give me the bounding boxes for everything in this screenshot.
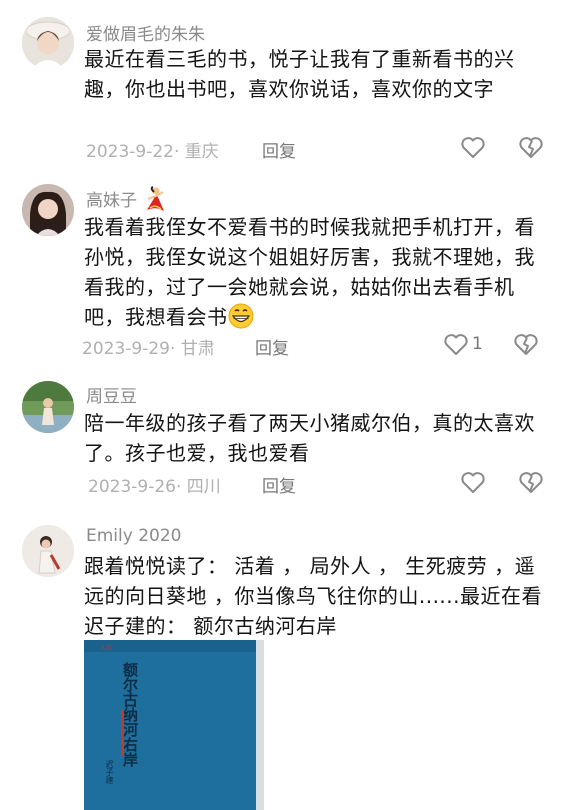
avatar[interactable]: [22, 525, 74, 577]
svg-text:人文: 人文: [100, 644, 112, 652]
reply-button[interactable]: 回复: [262, 472, 296, 497]
book-red-bar: [121, 710, 124, 756]
comment-text: 陪一年级的孩子看了两天小猪威尔伯，真的太喜欢了。孩子也爱，我也爱看: [84, 411, 535, 465]
like-icon[interactable]: [460, 136, 486, 160]
dislike-icon[interactable]: [518, 136, 544, 160]
avatar[interactable]: [22, 381, 74, 433]
avatar-image: [22, 381, 74, 433]
dislike-icon[interactable]: [513, 333, 539, 357]
comment-text: 最近在看三毛的书，悦子让我有了重新看书的兴趣，你也出书吧，喜欢你说话，喜欢你的文…: [84, 47, 515, 101]
avatar-image: [22, 17, 74, 69]
comment-text: 跟着悦悦读了： 活着 ， 局外人 ， 生死疲劳 ，遥远的向日葵地 ，你当像鸟飞往…: [84, 554, 543, 638]
book-cover-image[interactable]: 人文 额尔古纳河右岸 迟子建: [84, 640, 264, 810]
flamenco-dancer-emoji: [147, 186, 165, 211]
comment-meta: 2023-9-22· 重庆: [86, 142, 219, 162]
avatar[interactable]: [22, 184, 74, 236]
username[interactable]: Emily 2020: [86, 526, 181, 546]
reply-button[interactable]: 回复: [255, 334, 289, 359]
comment-meta: 2023-9-29· 甘肃: [82, 339, 215, 359]
avatar-image: [22, 525, 74, 577]
book-title: 额尔古纳河右岸: [121, 662, 139, 767]
reply-button[interactable]: 回复: [262, 137, 296, 162]
comment-text: 我看着我侄女不爱看书的时候我就把手机打开，看孙悦，我侄女说这个姐姐好厉害，我就不…: [84, 212, 554, 332]
username[interactable]: 高妹子: [86, 186, 168, 212]
like-count: 1: [472, 334, 483, 354]
username-text: 高妹子: [86, 191, 137, 211]
username[interactable]: 爱做眉毛的朱朱: [86, 20, 205, 45]
username[interactable]: 周豆豆: [86, 382, 137, 407]
comment-meta: 2023-9-26· 四川: [88, 477, 221, 497]
like-icon[interactable]: [443, 333, 469, 357]
like-icon[interactable]: [460, 471, 486, 495]
avatar-image: [22, 184, 74, 236]
avatar[interactable]: [22, 17, 74, 69]
book-author: 迟子建: [105, 760, 114, 784]
dislike-icon[interactable]: [518, 471, 544, 495]
grinning-face-emoji: [228, 303, 253, 329]
comment-text-content: 我看着我侄女不爱看书的时候我就把手机打开，看孙悦，我侄女说这个姐姐好厉害，我就不…: [84, 215, 535, 329]
